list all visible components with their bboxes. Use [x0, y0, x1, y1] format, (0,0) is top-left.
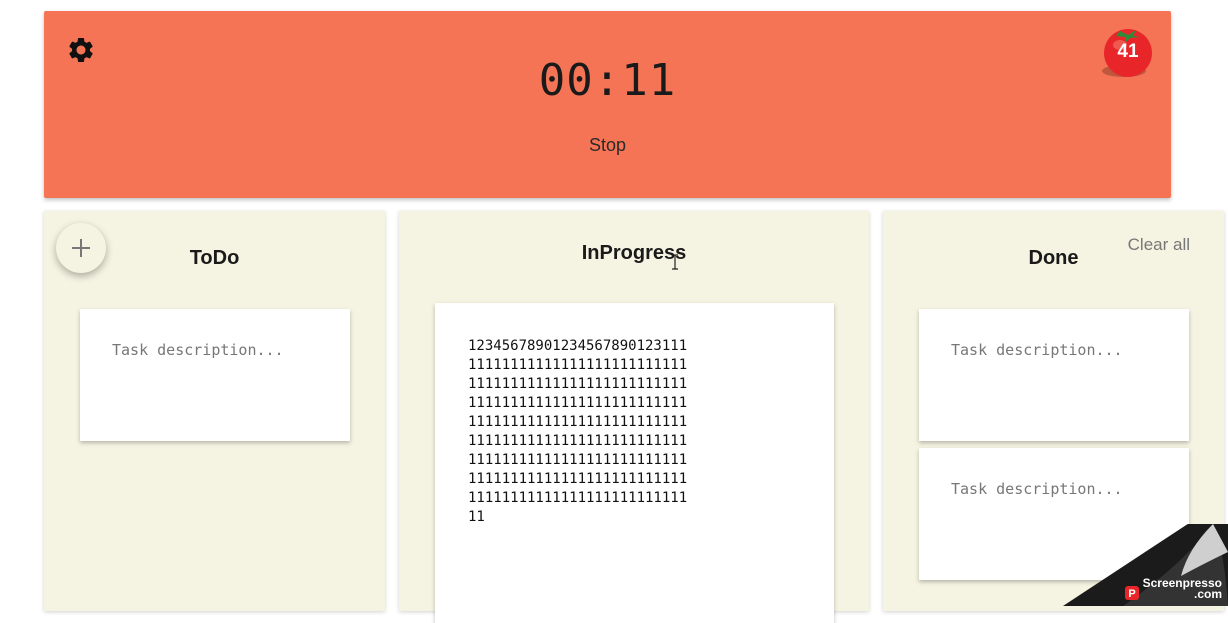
- timer-panel: 00:11 Stop 41: [44, 11, 1171, 198]
- task-card: [919, 309, 1189, 441]
- column-inprogress: InProgress 12345678901234567890123111111…: [399, 211, 869, 611]
- text-cursor-icon: [670, 254, 680, 270]
- column-todo: ToDo: [44, 211, 385, 611]
- screenpresso-watermark: P Screenpresso .com: [1063, 524, 1228, 606]
- timer-display: 00:11: [44, 55, 1171, 106]
- task-description-text[interactable]: 1234567890123456789012311111111111111111…: [468, 337, 688, 527]
- task-description-input[interactable]: [951, 341, 1169, 427]
- tomato-count: 41: [1104, 41, 1152, 63]
- task-card: [80, 309, 350, 441]
- column-title-done: Done: [883, 247, 1224, 270]
- svg-text:P: P: [1128, 588, 1135, 600]
- column-title-inprogress: InProgress: [399, 242, 869, 265]
- stop-button[interactable]: Stop: [44, 135, 1171, 156]
- watermark-text-domain: .com: [1194, 587, 1222, 601]
- task-card[interactable]: 1234567890123456789012311111111111111111…: [435, 303, 834, 623]
- task-description-input[interactable]: [112, 341, 330, 427]
- column-title-todo: ToDo: [44, 247, 385, 270]
